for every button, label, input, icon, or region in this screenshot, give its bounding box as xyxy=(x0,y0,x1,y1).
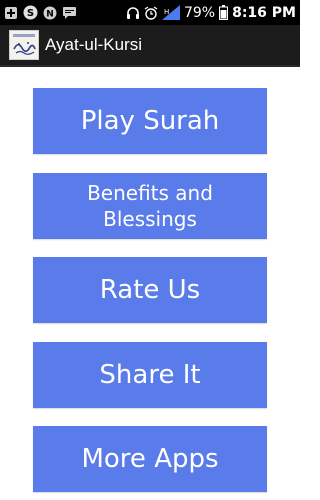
headset-icon xyxy=(126,6,140,20)
clock: 8:16 PM xyxy=(232,6,296,20)
status-bar: S N H 79% 8:16 PM xyxy=(0,0,300,25)
clock-time: 8:16 xyxy=(232,4,267,21)
signal-icon: H xyxy=(161,5,180,20)
system-icons: H 79% 8:16 PM xyxy=(126,5,296,20)
clock-suffix: PM xyxy=(271,4,296,21)
message-icon xyxy=(62,6,77,19)
add-box-icon xyxy=(4,6,18,20)
svg-text:S: S xyxy=(27,8,34,19)
app-logo-icon xyxy=(9,30,39,60)
play-surah-button[interactable]: Play Surah xyxy=(33,88,267,154)
action-bar: Ayat-ul-Kursi xyxy=(0,25,300,67)
battery-percent: 79% xyxy=(183,4,216,21)
benefits-and-blessings-button[interactable]: Benefits and Blessings xyxy=(33,173,267,239)
note-icon: N xyxy=(43,6,57,20)
skype-icon: S xyxy=(23,5,38,20)
benefits-and-blessings-label: Benefits and Blessings xyxy=(87,181,213,231)
rate-us-button[interactable]: Rate Us xyxy=(33,257,267,323)
svg-text:N: N xyxy=(46,9,54,19)
more-apps-button[interactable]: More Apps xyxy=(33,426,267,492)
notification-icons: S N xyxy=(4,5,77,20)
app-title: Ayat-ul-Kursi xyxy=(45,35,142,54)
battery-icon xyxy=(219,5,229,20)
share-it-button[interactable]: Share It xyxy=(33,342,267,408)
alarm-icon xyxy=(144,6,158,20)
svg-text:H: H xyxy=(164,8,169,16)
main-menu: Play Surah Benefits and Blessings Rate U… xyxy=(0,69,300,500)
